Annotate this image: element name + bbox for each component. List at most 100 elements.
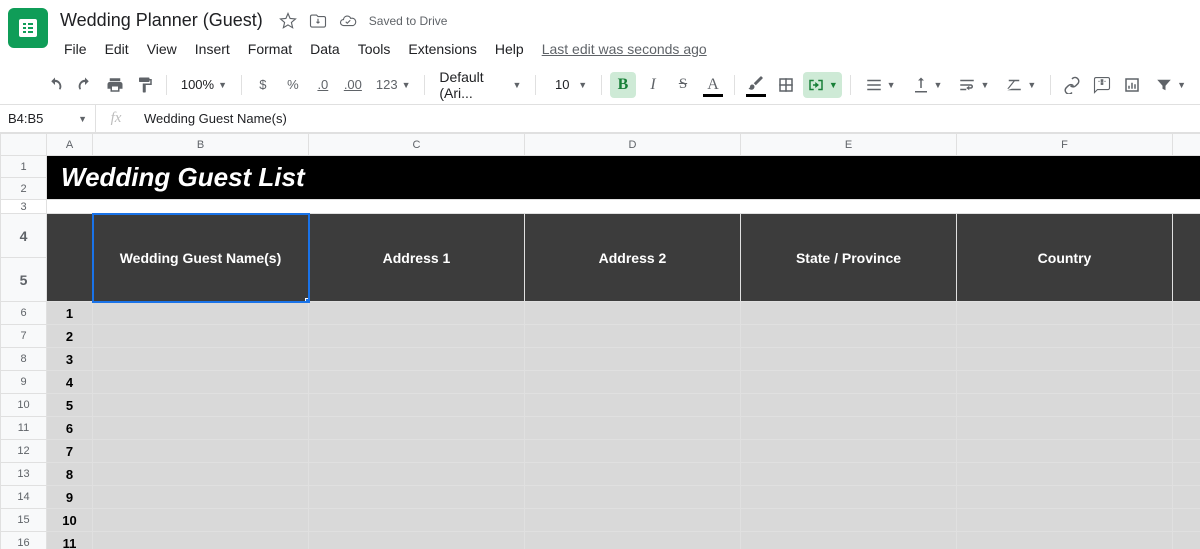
cell[interactable] xyxy=(525,486,741,509)
valign-button[interactable]: ▼ xyxy=(906,72,949,98)
header-cell-addr2[interactable]: Address 2 xyxy=(525,214,741,302)
cell[interactable] xyxy=(957,440,1173,463)
guest-num-cell[interactable]: 2 xyxy=(47,325,93,348)
cell[interactable] xyxy=(93,348,309,371)
row-header-10[interactable]: 10 xyxy=(1,394,47,417)
cell[interactable] xyxy=(1173,532,1200,549)
cell[interactable] xyxy=(1173,463,1200,486)
menu-edit[interactable]: Edit xyxy=(97,37,137,61)
cell[interactable] xyxy=(1173,440,1200,463)
print-button[interactable] xyxy=(102,72,128,98)
cell[interactable] xyxy=(525,302,741,325)
guest-num-cell[interactable]: 3 xyxy=(47,348,93,371)
cell[interactable] xyxy=(93,532,309,549)
guest-num-cell[interactable]: 5 xyxy=(47,394,93,417)
cell[interactable] xyxy=(957,463,1173,486)
bold-button[interactable]: B xyxy=(610,72,636,98)
cell[interactable] xyxy=(1173,486,1200,509)
halign-button[interactable]: ▼ xyxy=(859,72,902,98)
chart-button[interactable] xyxy=(1119,72,1145,98)
document-title[interactable]: Wedding Planner (Guest) xyxy=(56,8,267,33)
cell[interactable] xyxy=(93,417,309,440)
paint-format-button[interactable] xyxy=(132,72,158,98)
rotate-button[interactable]: ▼ xyxy=(999,72,1042,98)
star-icon[interactable] xyxy=(279,12,297,30)
cell[interactable] xyxy=(741,417,957,440)
col-header-B[interactable]: B xyxy=(93,134,309,156)
cell[interactable] xyxy=(957,325,1173,348)
col-header-extra[interactable] xyxy=(1173,134,1200,156)
cell[interactable] xyxy=(309,509,525,532)
cell[interactable] xyxy=(957,486,1173,509)
guest-num-cell[interactable]: 11 xyxy=(47,532,93,549)
selection-handle[interactable] xyxy=(305,298,309,302)
cell[interactable] xyxy=(957,394,1173,417)
header-cell-state[interactable]: State / Province xyxy=(741,214,957,302)
row-header-14[interactable]: 14 xyxy=(1,486,47,509)
sheets-app-icon[interactable] xyxy=(8,8,48,48)
link-button[interactable] xyxy=(1059,72,1085,98)
cell[interactable] xyxy=(93,371,309,394)
cell[interactable] xyxy=(1173,394,1200,417)
strikethrough-button[interactable]: S xyxy=(670,72,696,98)
redo-button[interactable] xyxy=(72,72,98,98)
row-header-11[interactable]: 11 xyxy=(1,417,47,440)
col-header-E[interactable]: E xyxy=(741,134,957,156)
font-size-select[interactable]: 10▼ xyxy=(544,72,593,98)
cell[interactable] xyxy=(525,394,741,417)
cell[interactable] xyxy=(1173,302,1200,325)
cell[interactable] xyxy=(309,394,525,417)
cell[interactable] xyxy=(1173,417,1200,440)
cell[interactable] xyxy=(309,348,525,371)
cell[interactable] xyxy=(93,486,309,509)
col-header-D[interactable]: D xyxy=(525,134,741,156)
row-header-3[interactable]: 3 xyxy=(1,200,47,214)
name-box[interactable]: B4:B5 ▼ xyxy=(0,105,96,132)
number-format-select[interactable]: 123▼ xyxy=(370,72,417,98)
cell[interactable] xyxy=(957,532,1173,549)
menu-data[interactable]: Data xyxy=(302,37,348,61)
cell[interactable] xyxy=(47,200,1200,214)
cell[interactable] xyxy=(741,532,957,549)
row-header-15[interactable]: 15 xyxy=(1,509,47,532)
col-header-F[interactable]: F xyxy=(957,134,1173,156)
undo-button[interactable] xyxy=(42,72,68,98)
spreadsheet-grid[interactable]: A B C D E F 1 Wedding Guest List 2 3 4 W… xyxy=(0,133,1200,549)
sheet-title-cell[interactable]: Wedding Guest List xyxy=(47,156,1200,200)
borders-button[interactable] xyxy=(773,72,799,98)
guest-num-cell[interactable]: 6 xyxy=(47,417,93,440)
row-header-2[interactable]: 2 xyxy=(1,178,47,200)
menu-extensions[interactable]: Extensions xyxy=(400,37,484,61)
cell[interactable] xyxy=(741,509,957,532)
cell[interactable] xyxy=(741,348,957,371)
cell[interactable] xyxy=(1173,348,1200,371)
cell[interactable] xyxy=(525,463,741,486)
cell[interactable] xyxy=(309,532,525,549)
guest-num-cell[interactable]: 1 xyxy=(47,302,93,325)
row-header-13[interactable]: 13 xyxy=(1,463,47,486)
italic-button[interactable]: I xyxy=(640,72,666,98)
cell[interactable] xyxy=(1173,325,1200,348)
menu-format[interactable]: Format xyxy=(240,37,300,61)
last-edit-link[interactable]: Last edit was seconds ago xyxy=(534,37,715,61)
cell[interactable] xyxy=(309,486,525,509)
cell[interactable] xyxy=(957,417,1173,440)
cell[interactable] xyxy=(525,532,741,549)
guest-num-cell[interactable]: 4 xyxy=(47,371,93,394)
wrap-button[interactable]: ▼ xyxy=(952,72,995,98)
cell[interactable] xyxy=(525,325,741,348)
row-header-5[interactable]: 5 xyxy=(1,258,47,302)
cell[interactable] xyxy=(1173,509,1200,532)
cell[interactable] xyxy=(741,486,957,509)
menu-tools[interactable]: Tools xyxy=(350,37,399,61)
zoom-select[interactable]: 100%▼ xyxy=(175,72,233,98)
cell[interactable] xyxy=(525,417,741,440)
guest-num-cell[interactable]: 8 xyxy=(47,463,93,486)
inc-decimal-button[interactable]: .00 xyxy=(340,72,366,98)
cell[interactable] xyxy=(309,371,525,394)
comment-button[interactable] xyxy=(1089,72,1115,98)
menu-insert[interactable]: Insert xyxy=(187,37,238,61)
cell[interactable] xyxy=(741,325,957,348)
row-header-12[interactable]: 12 xyxy=(1,440,47,463)
row-header-7[interactable]: 7 xyxy=(1,325,47,348)
